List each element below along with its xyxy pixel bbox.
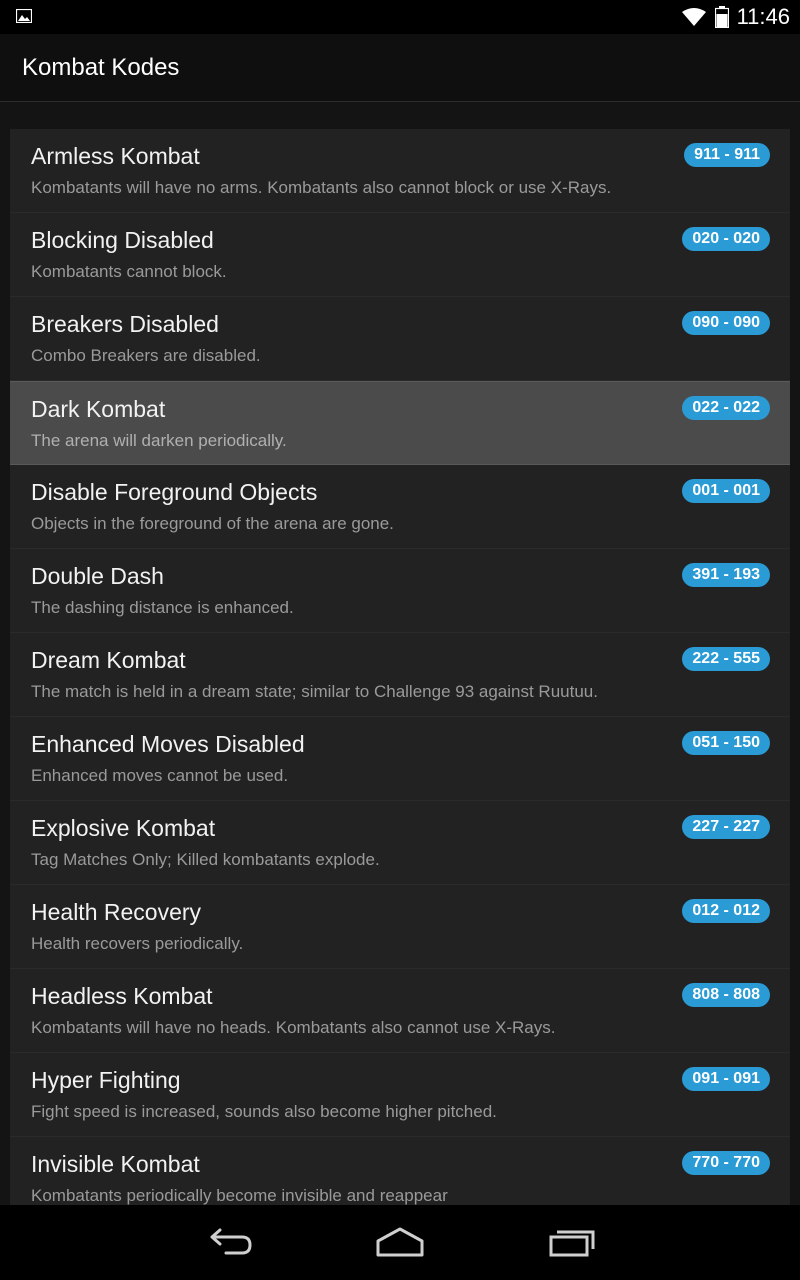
kode-description: The arena will darken periodically.: [31, 431, 287, 450]
list-item-selected[interactable]: Dark Kombat The arena will darken period…: [10, 381, 790, 465]
recent-apps-icon[interactable]: [541, 1223, 601, 1263]
kode-name: Health Recovery: [31, 899, 202, 925]
kode-name: Invisible Kombat: [31, 1151, 200, 1177]
list-item[interactable]: Breakers Disabled Combo Breakers are dis…: [10, 297, 790, 381]
kode-description: Combo Breakers are disabled.: [31, 346, 261, 365]
kode-name: Disable Foreground Objects: [31, 479, 318, 505]
kode-description: The dashing distance is enhanced.: [31, 598, 294, 617]
kode-code-badge: 770 - 770: [682, 1151, 770, 1175]
list-item[interactable]: Disable Foreground Objects Objects in th…: [10, 465, 790, 549]
kode-code-badge: 022 - 022: [682, 396, 770, 420]
kode-description: Kombatants cannot block.: [31, 262, 227, 281]
kode-code-badge: 222 - 555: [682, 647, 770, 671]
home-icon[interactable]: [370, 1223, 430, 1263]
battery-icon: [714, 6, 729, 28]
kode-description: Objects in the foreground of the arena a…: [31, 514, 394, 533]
clock: 11:46: [736, 4, 790, 29]
list-item[interactable]: Double Dash The dashing distance is enha…: [10, 549, 790, 633]
kode-name: Enhanced Moves Disabled: [31, 731, 305, 757]
kode-description: Kombatants periodically become invisible…: [31, 1186, 448, 1205]
kode-code-badge: 051 - 150: [682, 731, 770, 755]
kode-name: Armless Kombat: [31, 143, 200, 169]
kode-code-badge: 808 - 808: [682, 983, 770, 1007]
list-item[interactable]: Explosive Kombat Tag Matches Only; Kille…: [10, 801, 790, 885]
list-item[interactable]: Armless Kombat Kombatants will have no a…: [10, 129, 790, 213]
list-item[interactable]: Hyper Fighting Fight speed is increased,…: [10, 1053, 790, 1137]
list-item[interactable]: Enhanced Moves Disabled Enhanced moves c…: [10, 717, 790, 801]
kode-name: Explosive Kombat: [31, 815, 216, 841]
kode-description: Fight speed is increased, sounds also be…: [31, 1102, 497, 1121]
kode-description: Health recovers periodically.: [31, 934, 244, 953]
action-bar: Kombat Kodes: [0, 34, 800, 102]
kode-code-badge: 391 - 193: [682, 563, 770, 587]
gallery-icon: [16, 9, 32, 23]
status-bar: 11:46: [0, 0, 800, 34]
back-icon[interactable]: [200, 1223, 260, 1263]
kode-code-badge: 020 - 020: [682, 227, 770, 251]
kode-description: Kombatants will have no heads. Kombatant…: [31, 1018, 556, 1037]
kode-name: Blocking Disabled: [31, 227, 214, 253]
status-icons: 11:46: [681, 0, 790, 34]
kode-code-badge: 091 - 091: [682, 1067, 770, 1091]
kode-list-container[interactable]: Armless Kombat Kombatants will have no a…: [0, 102, 800, 1205]
kode-code-badge: 012 - 012: [682, 899, 770, 923]
kode-code-badge: 227 - 227: [682, 815, 770, 839]
wifi-icon: [681, 8, 706, 26]
kode-list[interactable]: Armless Kombat Kombatants will have no a…: [10, 129, 790, 1205]
kode-name: Double Dash: [31, 563, 164, 589]
kode-name: Hyper Fighting: [31, 1067, 181, 1093]
kode-name: Dream Kombat: [31, 647, 186, 673]
list-item[interactable]: Invisible Kombat Kombatants periodically…: [10, 1137, 790, 1205]
kode-code-badge: 001 - 001: [682, 479, 770, 503]
kode-name: Breakers Disabled: [31, 311, 219, 337]
kode-description: Kombatants will have no arms. Kombatants…: [31, 178, 612, 197]
list-item[interactable]: Health Recovery Health recovers periodic…: [10, 885, 790, 969]
kode-description: Enhanced moves cannot be used.: [31, 766, 289, 785]
list-item[interactable]: Headless Kombat Kombatants will have no …: [10, 969, 790, 1053]
kode-name: Dark Kombat: [31, 396, 166, 422]
list-item[interactable]: Blocking Disabled Kombatants cannot bloc…: [10, 213, 790, 297]
kode-description: Tag Matches Only; Killed kombatants expl…: [31, 850, 380, 869]
app-title: Kombat Kodes: [22, 54, 180, 81]
kode-name: Headless Kombat: [31, 983, 213, 1009]
kode-description: The match is held in a dream state; simi…: [31, 682, 598, 701]
kode-code-badge: 090 - 090: [682, 311, 770, 335]
list-item[interactable]: Dream Kombat The match is held in a drea…: [10, 633, 790, 717]
navigation-bar: [0, 1205, 800, 1280]
kode-code-badge: 911 - 911: [684, 143, 770, 167]
